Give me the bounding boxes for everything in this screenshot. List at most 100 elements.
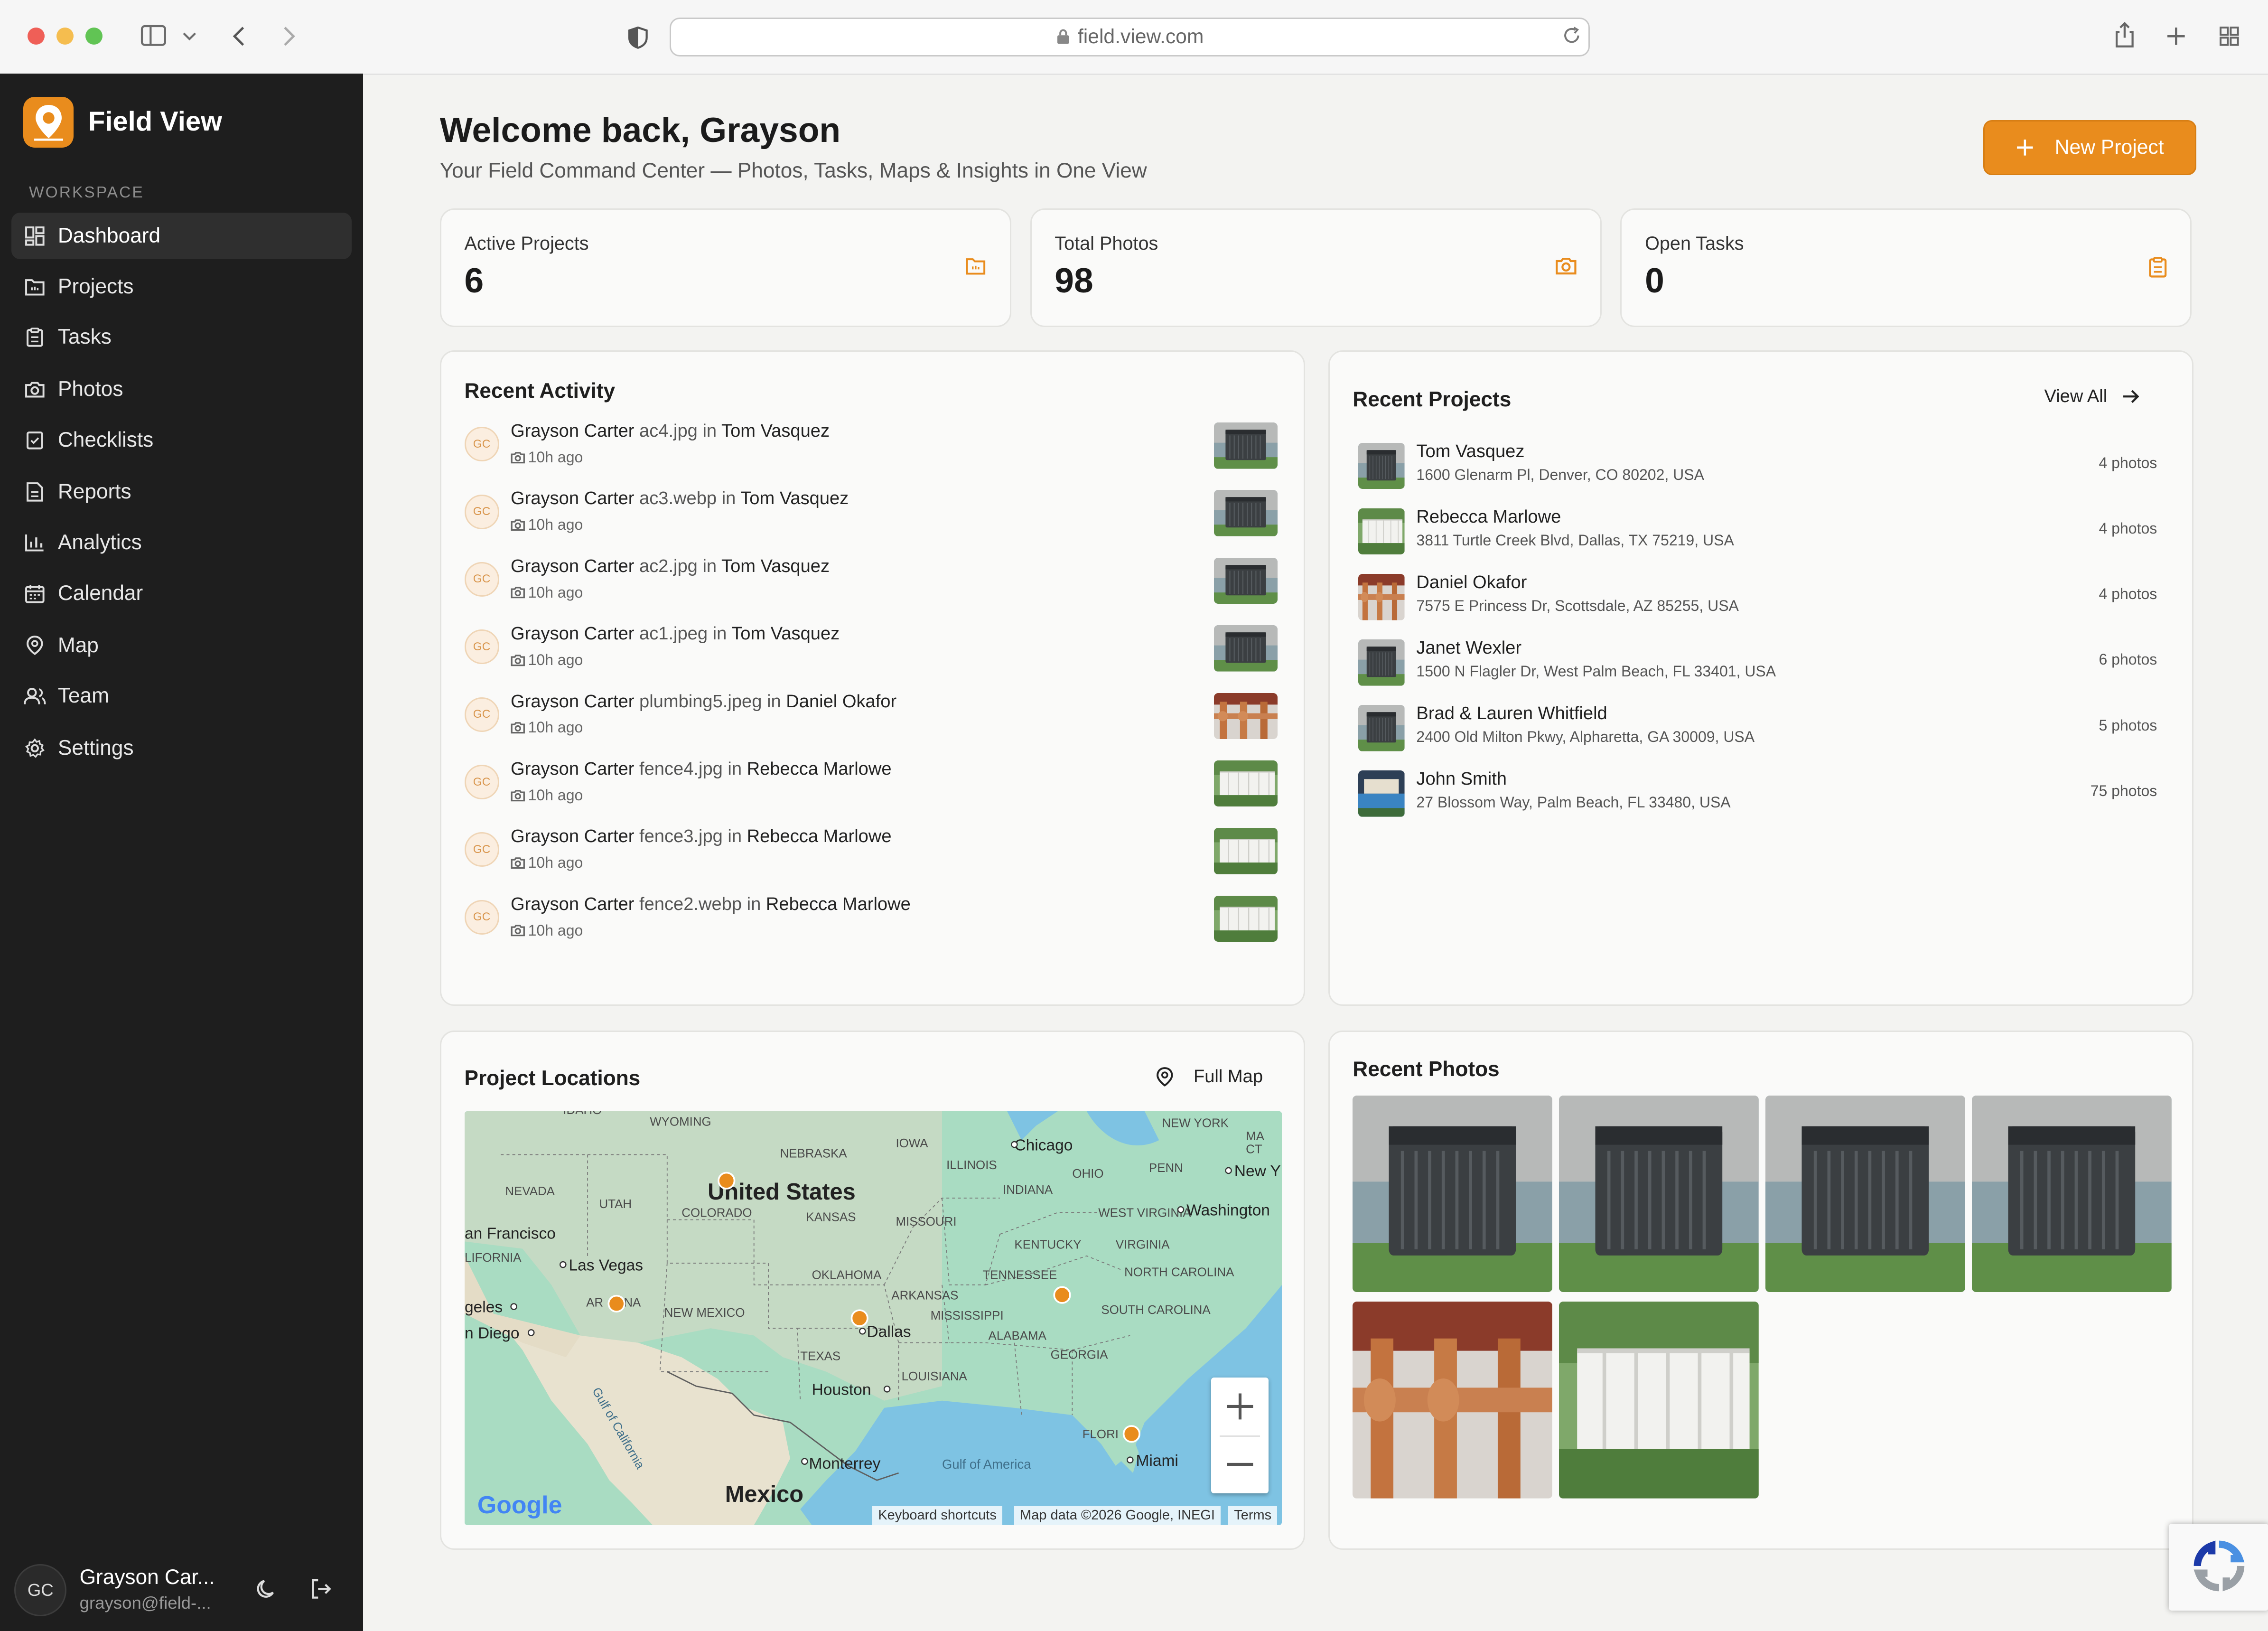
- tab-overview-icon[interactable]: [2219, 26, 2240, 47]
- activity-thumbnail[interactable]: [1213, 490, 1278, 536]
- map-label-state: LOUISIANA: [901, 1370, 967, 1383]
- keyboard-shortcuts-link[interactable]: Keyboard shortcuts: [872, 1506, 1002, 1525]
- activity-project[interactable]: Daniel Okafor: [786, 692, 896, 712]
- map-canvas[interactable]: IDAHO WYOMING NEBRASKA IOWA ILLINOIS OHI…: [464, 1111, 1282, 1526]
- activity-item[interactable]: GC Grayson Carter ac4.jpg in Tom Vasquez…: [464, 421, 1278, 476]
- address-bar[interactable]: field.view.com: [670, 17, 1590, 56]
- map-label-state: NORTH CAROLINA: [1124, 1266, 1234, 1279]
- maximize-window-button[interactable]: [85, 27, 103, 45]
- activity-item[interactable]: GC Grayson Carter fence2.webp in Rebecca…: [464, 894, 1278, 949]
- activity-thumbnail[interactable]: [1213, 895, 1278, 942]
- project-row[interactable]: Tom Vasquez 1600 Glenarm Pl, Denver, CO …: [1358, 440, 2157, 492]
- activity-thumbnail[interactable]: [1213, 422, 1278, 469]
- recent-photo[interactable]: [1972, 1095, 2172, 1293]
- project-row[interactable]: Daniel Okafor 7575 E Princess Dr, Scotts…: [1358, 571, 2157, 623]
- activity-thumbnail[interactable]: [1213, 760, 1278, 807]
- privacy-shield-icon[interactable]: [628, 26, 648, 49]
- google-logo[interactable]: Google: [477, 1490, 562, 1519]
- recaptcha-badge[interactable]: [2168, 1524, 2268, 1611]
- recent-photo[interactable]: [1353, 1095, 1552, 1293]
- project-row[interactable]: Brad & Lauren Whitfield 2400 Old Milton …: [1358, 702, 2157, 754]
- calendar-icon: [23, 581, 47, 605]
- chevron-down-icon[interactable]: [182, 30, 196, 42]
- recent-photo[interactable]: [1353, 1302, 1552, 1499]
- sidebar-toggle-icon[interactable]: [140, 25, 167, 47]
- sidebar-item-dashboard[interactable]: Dashboard: [11, 213, 352, 259]
- activity-item[interactable]: GC Grayson Carter ac2.jpg in Tom Vasquez…: [464, 556, 1278, 611]
- project-row[interactable]: John Smith 27 Blossom Way, Palm Beach, F…: [1358, 768, 2157, 820]
- activity-project[interactable]: Tom Vasquez: [721, 421, 830, 441]
- activity-thumbnail[interactable]: [1213, 693, 1278, 740]
- forward-arrow-icon[interactable]: [280, 25, 298, 48]
- sidebar-item-checklists[interactable]: Checklists: [11, 417, 351, 463]
- stat-card-active-projects[interactable]: Active Projects 6: [439, 208, 1011, 327]
- sidebar-item-calendar[interactable]: Calendar: [11, 570, 351, 617]
- zoom-in-button[interactable]: [1211, 1378, 1269, 1435]
- moon-icon[interactable]: [255, 1577, 278, 1601]
- stat-card-total-photos[interactable]: Total Photos 98: [1030, 208, 1602, 327]
- sidebar-item-reports[interactable]: Reports: [11, 469, 351, 516]
- zoom-out-button[interactable]: [1211, 1435, 1269, 1493]
- new-project-label: New Project: [2054, 136, 2164, 159]
- map-label-country: Mexico: [725, 1481, 803, 1507]
- minimize-window-button[interactable]: [56, 27, 74, 45]
- activity-file: plumbing5.jpeg: [639, 691, 762, 712]
- activity-project[interactable]: Rebecca Marlowe: [747, 826, 892, 846]
- activity-thumbnail[interactable]: [1213, 828, 1278, 874]
- map-view[interactable]: IDAHO WYOMING NEBRASKA IOWA ILLINOIS OHI…: [464, 1111, 1282, 1526]
- activity-project[interactable]: Rebecca Marlowe: [747, 759, 892, 779]
- activity-sep: in: [767, 691, 781, 712]
- map-label-city: Dallas: [867, 1323, 911, 1341]
- logout-icon[interactable]: [309, 1577, 333, 1601]
- recent-photo[interactable]: [1559, 1302, 1759, 1499]
- sidebar-item-analytics[interactable]: Analytics: [11, 519, 351, 566]
- share-icon[interactable]: [2114, 21, 2136, 48]
- camera-icon: [511, 857, 525, 869]
- activity-thumbnail[interactable]: [1213, 625, 1278, 672]
- activity-item[interactable]: GC Grayson Carter ac3.webp in Tom Vasque…: [464, 488, 1278, 544]
- view-all-link[interactable]: View All: [2044, 386, 2139, 407]
- project-row[interactable]: Janet Wexler 1500 N Flagler Dr, West Pal…: [1358, 637, 2157, 689]
- activity-item[interactable]: GC Grayson Carter fence3.jpg in Rebecca …: [464, 826, 1278, 881]
- activity-time-text: 10h ago: [528, 786, 583, 804]
- sidebar-item-team[interactable]: Team: [11, 673, 351, 720]
- activity-project[interactable]: Tom Vasquez: [740, 488, 849, 508]
- terms-link[interactable]: Terms: [1228, 1506, 1278, 1525]
- sidebar-item-tasks[interactable]: Tasks: [11, 314, 351, 361]
- user-profile[interactable]: GC Grayson Car... grayson@field-...: [14, 1564, 354, 1617]
- project-row[interactable]: Rebecca Marlowe 3811 Turtle Creek Blvd, …: [1358, 506, 2157, 558]
- project-name: Rebecca Marlowe: [1416, 506, 1561, 527]
- activity-item[interactable]: GC Grayson Carter fence4.jpg in Rebecca …: [464, 759, 1278, 814]
- new-project-button[interactable]: New Project: [1983, 120, 2196, 175]
- brand-logo[interactable]: [23, 97, 74, 148]
- activity-time-text: 10h ago: [528, 921, 583, 939]
- reload-icon[interactable]: [1562, 26, 1581, 45]
- sidebar-item-settings[interactable]: Settings: [11, 725, 351, 771]
- activity-item[interactable]: GC Grayson Carter plumbing5.jpeg in Dani…: [464, 691, 1278, 747]
- activity-project[interactable]: Tom Vasquez: [721, 556, 830, 576]
- clipboard-icon: [2149, 256, 2167, 278]
- close-window-button[interactable]: [27, 27, 45, 45]
- activity-time: 10h ago: [511, 787, 583, 804]
- camera-icon: [511, 587, 525, 599]
- sidebar-item-label: Photos: [57, 377, 123, 401]
- sidebar-item-photos[interactable]: Photos: [11, 366, 351, 412]
- activity-sep: in: [728, 759, 742, 779]
- activity-file: ac4.jpg: [639, 421, 698, 441]
- map-label-state: UTAH: [599, 1198, 632, 1211]
- map-label-state: MA: [1246, 1130, 1265, 1143]
- sidebar-item-projects[interactable]: Projects: [11, 263, 351, 310]
- stat-value: 98: [1055, 261, 1093, 300]
- activity-user: Grayson Carter: [511, 556, 635, 576]
- full-map-button[interactable]: Full Map: [1156, 1067, 1263, 1087]
- back-arrow-icon[interactable]: [230, 25, 248, 48]
- activity-thumbnail[interactable]: [1213, 557, 1278, 604]
- new-tab-icon[interactable]: [2166, 26, 2186, 47]
- recent-photo[interactable]: [1559, 1095, 1759, 1293]
- activity-item[interactable]: GC Grayson Carter ac1.jpeg in Tom Vasque…: [464, 624, 1278, 679]
- activity-project[interactable]: Tom Vasquez: [731, 624, 840, 644]
- stat-card-open-tasks[interactable]: Open Tasks 0: [1620, 208, 2192, 327]
- recent-photo[interactable]: [1765, 1095, 1966, 1293]
- activity-project[interactable]: Rebecca Marlowe: [766, 894, 911, 914]
- sidebar-item-map[interactable]: Map: [11, 622, 351, 669]
